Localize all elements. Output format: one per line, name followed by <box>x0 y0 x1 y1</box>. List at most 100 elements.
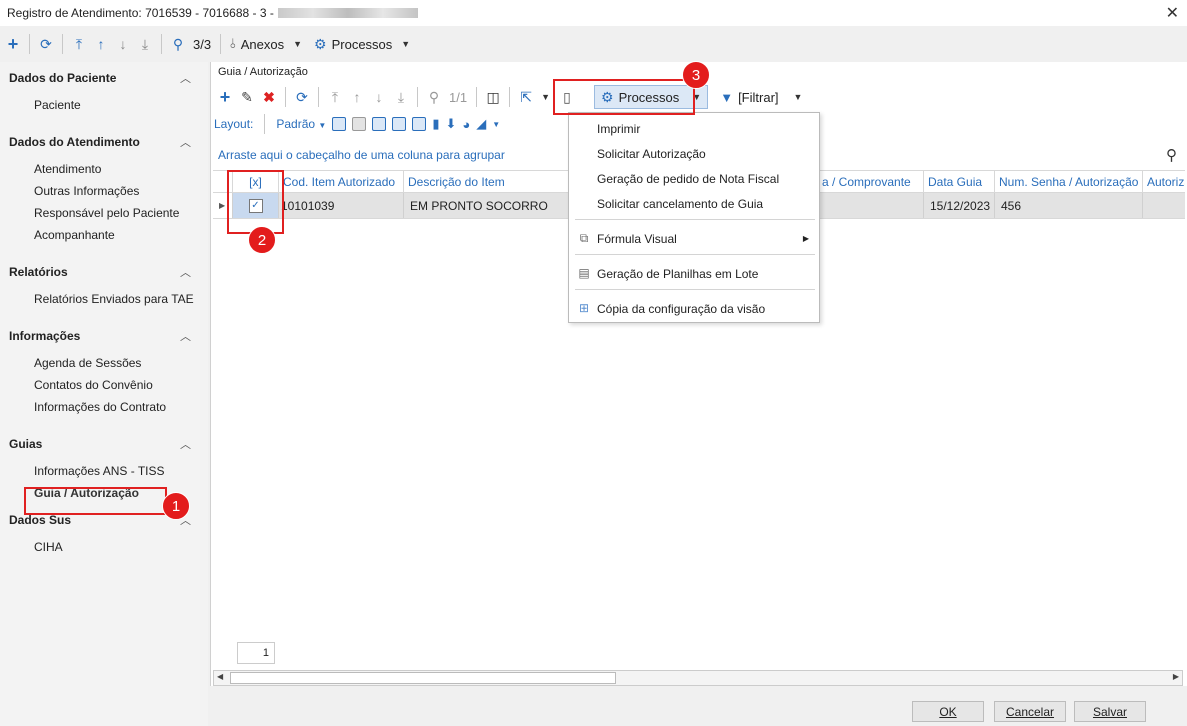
processos-dropdown-menu: Imprimir Solicitar Autorização Geração d… <box>568 112 820 323</box>
anexos-button[interactable]: ⫰ Anexos ▼ <box>226 36 306 52</box>
color-icon[interactable]: ◕ <box>462 117 470 132</box>
previous-record-icon[interactable]: ↑ <box>90 32 112 56</box>
processos-button[interactable]: ⚙ Processos ▼ <box>310 36 414 53</box>
record-counter: 3/3 <box>193 36 212 52</box>
search-icon[interactable]: ⚲ <box>1166 146 1177 164</box>
column-header-cod-item[interactable]: Cod. Item Autorizado <box>279 171 404 192</box>
layout-label: Layout: <box>214 117 254 131</box>
column-header-comprovante[interactable]: a / Comprovante <box>818 171 924 192</box>
toolbar-divider <box>62 34 63 54</box>
menu-divider <box>575 254 815 255</box>
delete-icon[interactable]: ✖ <box>258 85 280 109</box>
chart-icon[interactable]: ◢ <box>476 116 486 132</box>
upload-layout-icon[interactable] <box>392 117 407 131</box>
search-icon[interactable]: ⚲ <box>423 85 445 109</box>
last-record-icon[interactable]: ⤓ <box>134 32 156 56</box>
cell-data-guia: 15/12/2023 <box>924 193 995 218</box>
menu-item-cancelamento-guia[interactable]: Solicitar cancelamento de Guia <box>597 197 763 211</box>
cell-comprovante <box>818 193 924 218</box>
add-layout-icon[interactable] <box>332 117 347 131</box>
last-record-icon[interactable]: ⤓ <box>390 85 412 109</box>
menu-item-copia-configuracao[interactable]: Cópia da configuração da visão <box>597 302 765 316</box>
group-by-hint[interactable]: Arraste aqui o cabeçalho de uma coluna p… <box>218 148 505 162</box>
next-record-icon[interactable]: ↓ <box>368 85 390 109</box>
menu-item-nota-fiscal[interactable]: Geração de pedido de Nota Fiscal <box>597 172 779 186</box>
chevron-up-icon[interactable]: ︿ <box>180 328 191 344</box>
sidebar-group-relatorios[interactable]: Relatórios ︿ <box>0 256 208 288</box>
submenu-arrow-icon: ▶ <box>802 234 809 243</box>
cell-autoriza <box>1143 193 1185 218</box>
page-number[interactable]: 1 <box>237 642 275 664</box>
pin-icon[interactable]: ⬇ <box>446 116 457 132</box>
scroll-left-icon[interactable]: ◀ <box>217 672 223 681</box>
anexos-label: Anexos <box>240 36 285 52</box>
sidebar-item-informacoes-contrato[interactable]: Informações do Contrato <box>0 396 208 418</box>
window-titlebar: Registro de Atendimento: 7016539 - 70166… <box>0 0 1187 26</box>
sidebar-group-guias[interactable]: Guias ︿ <box>0 428 208 460</box>
sidebar-item-paciente[interactable]: Paciente <box>0 94 208 116</box>
horizontal-scrollbar[interactable]: ◀ ▶ <box>213 670 1183 686</box>
sidebar-group-informacoes[interactable]: Informações ︿ <box>0 320 208 352</box>
refresh-icon[interactable]: ⟳ <box>35 32 57 56</box>
download-layout-icon[interactable] <box>412 117 427 131</box>
chevron-up-icon[interactable]: ︿ <box>180 436 191 452</box>
paint-roller-icon[interactable]: ▮ <box>432 116 439 132</box>
sidebar-group-dados-paciente[interactable]: Dados do Paciente ︿ <box>0 62 208 94</box>
sidebar-item-informacoes-ans[interactable]: Informações ANS - TISS <box>0 460 208 482</box>
window-title: Registro de Atendimento: 7016539 - 70166… <box>7 6 274 20</box>
toolbar-divider <box>161 34 162 54</box>
save-button[interactable]: Salvar <box>1074 701 1146 722</box>
layout-select[interactable]: Padrão ▼ <box>276 117 326 131</box>
refresh-icon[interactable]: ⟳ <box>291 85 313 109</box>
menu-item-solicitar-autorizacao[interactable]: Solicitar Autorização <box>597 147 706 161</box>
sidebar-item-contatos-convenio[interactable]: Contatos do Convênio <box>0 374 208 396</box>
sidebar-item-atendimento[interactable]: Atendimento <box>0 158 208 180</box>
sidebar-item-ciha[interactable]: CIHA <box>0 536 208 558</box>
sidebar-item-acompanhante[interactable]: Acompanhante <box>0 224 208 246</box>
menu-item-planilhas-lote[interactable]: Geração de Planilhas em Lote <box>597 267 758 281</box>
first-record-icon[interactable]: ⤒ <box>68 32 90 56</box>
menu-divider <box>575 219 815 220</box>
ok-button[interactable]: OK <box>912 701 984 722</box>
scrollbar-thumb[interactable] <box>230 672 616 684</box>
previous-record-icon[interactable]: ↑ <box>346 85 368 109</box>
next-record-icon[interactable]: ↓ <box>112 32 134 56</box>
scroll-right-icon[interactable]: ▶ <box>1173 672 1179 681</box>
remove-layout-icon[interactable] <box>352 117 367 131</box>
funnel-icon: ▼ <box>720 89 734 105</box>
first-record-icon[interactable]: ⤒ <box>324 85 346 109</box>
chevron-down-icon[interactable]: ▼ <box>541 92 550 102</box>
sidebar-group-dados-atendimento[interactable]: Dados do Atendimento ︿ <box>0 126 208 158</box>
column-header-data-guia[interactable]: Data Guia <box>924 171 995 192</box>
search-icon[interactable]: ⚲ <box>167 32 189 56</box>
chevron-up-icon[interactable]: ︿ <box>180 134 191 150</box>
chevron-up-icon[interactable]: ︿ <box>180 70 191 86</box>
menu-item-formula-visual[interactable]: Fórmula Visual <box>597 232 677 246</box>
toolbar-divider <box>318 87 319 107</box>
sidebar-item-outras-informacoes[interactable]: Outras Informações <box>0 180 208 202</box>
column-header-autoriza[interactable]: Autoriza <box>1143 171 1185 192</box>
swap-layout-icon[interactable] <box>372 117 387 131</box>
add-icon[interactable]: + <box>2 32 24 56</box>
sidebar-item-responsavel[interactable]: Responsável pelo Paciente <box>0 202 208 224</box>
add-icon[interactable]: + <box>214 85 236 109</box>
menu-item-imprimir[interactable]: Imprimir <box>597 122 640 136</box>
chevron-down-icon: ▼ <box>293 39 303 49</box>
chevron-down-icon[interactable]: ▼ <box>492 120 500 129</box>
sidebar-item-agenda-sessoes[interactable]: Agenda de Sessões <box>0 352 208 374</box>
column-header-num-senha[interactable]: Num. Senha / Autorização <box>995 171 1143 192</box>
columns-icon[interactable]: ◫ <box>482 85 504 109</box>
paperclip-icon: ⫰ <box>230 36 236 51</box>
group-label: Guias <box>9 437 43 451</box>
toolbar-divider <box>264 114 266 134</box>
cancel-button[interactable]: Cancelar <box>994 701 1066 722</box>
filter-button[interactable]: ▼ [Filtrar] ▼ <box>716 90 806 105</box>
sidebar-item-relatorios-tae[interactable]: Relatórios Enviados para TAE <box>0 288 208 310</box>
layout-value: Padrão <box>276 117 316 131</box>
edit-icon[interactable]: ✎ <box>236 85 258 109</box>
close-icon[interactable]: ✕ <box>1166 3 1179 23</box>
export-icon[interactable]: ⇱ <box>515 85 537 109</box>
annotation-badge-2: 2 <box>248 226 276 254</box>
toolbar-divider <box>509 87 511 107</box>
chevron-up-icon[interactable]: ︿ <box>180 264 191 280</box>
